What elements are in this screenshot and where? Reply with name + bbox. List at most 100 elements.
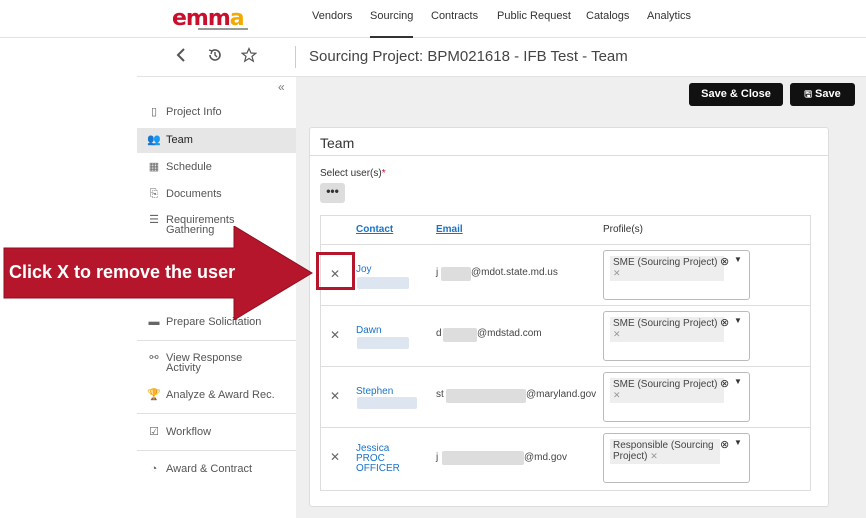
panel-title: Team [320,135,355,151]
nav-sourcing[interactable]: Sourcing [370,10,414,38]
contact-link[interactable]: Jessica PROC OFFICER [356,444,404,474]
nav-public-request[interactable]: Public Request [497,10,571,22]
sidebar-item-award-contract[interactable]: ◔ Award & Contract [137,463,296,475]
sidebar-item-documents[interactable]: ⎘ Documents [137,188,296,200]
profile-tag-label: SME (Sourcing Project) [613,257,718,268]
profile-tag-label: SME (Sourcing Project) [613,318,718,329]
email-domain: @mdot.state.md.us [471,267,558,278]
remove-user-button[interactable]: ✕ [330,328,340,342]
save-button[interactable]: 🖫 Save [790,83,855,106]
column-header-contact[interactable]: Contact [356,224,393,235]
nav-vendors[interactable]: Vendors [312,10,352,22]
title-bar: Sourcing Project: BPM021618 - IFB Test -… [137,38,866,77]
back-icon[interactable] [175,47,189,68]
separator [295,46,296,68]
chevron-down-icon[interactable]: ▼ [734,377,742,386]
nav-analytics[interactable]: Analytics [647,10,691,22]
nav-contracts[interactable]: Contracts [431,10,478,22]
redacted-email [443,328,477,342]
save-icon: 🖫 [804,89,812,99]
table-row: ✕ Jessica PROC OFFICER j @md.gov Respons… [321,427,810,490]
checkbox-icon: ☑ [149,426,159,438]
email-prefix: j [436,452,439,463]
sidebar-item-view-response[interactable]: ⚯ View Response Activity [137,352,247,374]
sidebar-item-label: Project Info [166,106,222,118]
sidebar-item-project-info[interactable]: ▯ Project Info [137,106,296,118]
remove-tag-icon[interactable]: ✕ [613,390,621,400]
remove-user-button[interactable]: ✕ [330,450,340,464]
list-icon: ☰ [149,214,159,226]
divider [137,450,296,451]
divider [137,413,296,414]
top-navigation: emma Vendors Sourcing Contracts Public R… [0,0,866,38]
chevron-down-icon[interactable]: ▼ [734,255,742,264]
sidebar-item-label: Documents [166,188,222,200]
main-content: Save & Close 🖫 Save Team Select user(s)*… [296,77,866,518]
email-domain: @md.gov [524,452,567,463]
sidebar-item-schedule[interactable]: ▦ Schedule [137,161,296,173]
remove-tag-icon[interactable]: ✕ [650,451,658,461]
logo-tagline [198,28,248,30]
profile-tag: Responsible (Sourcing Project) ✕ [610,439,720,464]
nav-catalogs[interactable]: Catalogs [586,10,629,22]
save-label: Save [815,88,841,100]
files-icon: ⎘ [149,188,159,200]
history-icon[interactable] [207,47,223,68]
document-icon: ▯ [150,106,158,118]
clear-selection-icon[interactable]: ⊗ [720,316,729,329]
callout-text: Click X to remove the user [9,262,236,282]
profile-tag: SME (Sourcing Project) ✕ [610,378,724,403]
remove-highlight-box [316,252,355,290]
profile-select[interactable]: SME (Sourcing Project) ✕ ⊗ ▼ [603,311,750,361]
profile-tag: SME (Sourcing Project) ✕ [610,256,724,281]
clear-selection-icon[interactable]: ⊗ [720,255,729,268]
redacted-name [357,337,409,349]
profile-select[interactable]: SME (Sourcing Project) ✕ ⊗ ▼ [603,372,750,422]
table-row: ✕ Dawn d @mdstad.com SME (Sourcing Proje… [321,305,810,366]
select-users-text: Select user(s) [320,168,382,179]
remove-tag-icon[interactable]: ✕ [613,329,621,339]
users-icon: 👥 [147,134,161,146]
redacted-email [442,451,524,465]
sidebar-item-analyze-award[interactable]: 🏆 Analyze & Award Rec. [137,389,296,401]
select-users-button[interactable]: ••• [320,183,345,203]
email-prefix: j [436,267,439,278]
profile-tag: SME (Sourcing Project) ✕ [610,317,724,342]
chevron-down-icon[interactable]: ▼ [734,438,742,447]
sidebar-item-label: View Response Activity [166,352,243,374]
clear-selection-icon[interactable]: ⊗ [720,438,729,451]
profile-tag-label: SME (Sourcing Project) [613,379,718,390]
contact-link[interactable]: Joy [356,265,372,275]
save-close-button[interactable]: Save & Close [689,83,783,106]
clear-selection-icon[interactable]: ⊗ [720,377,729,390]
redacted-name [357,277,409,289]
redacted-email [441,267,471,281]
team-panel: Team Select user(s)* ••• Contact Email P… [309,127,829,507]
remove-tag-icon[interactable]: ✕ [613,268,621,278]
sidebar-item-workflow[interactable]: ☑ Workflow [137,426,296,438]
redacted-name [357,397,417,409]
required-mark: * [381,168,386,179]
chevron-down-icon[interactable]: ▼ [734,316,742,325]
column-header-profiles: Profile(s) [603,224,644,235]
trophy-icon: 🏆 [147,389,161,401]
email-domain: @mdstad.com [477,328,542,339]
calendar-icon: ▦ [148,161,160,173]
contact-link[interactable]: Dawn [356,326,382,336]
divider [137,340,296,341]
star-icon[interactable] [240,47,258,68]
email-prefix: d [436,328,442,339]
remove-user-button[interactable]: ✕ [330,389,340,403]
profile-select[interactable]: Responsible (Sourcing Project) ✕ ⊗ ▼ [603,433,750,483]
sidebar-item-label: Analyze & Award Rec. [166,389,275,401]
collapse-sidebar-icon[interactable]: « [278,80,285,94]
sidebar-item-team[interactable]: 👥 Team [137,128,296,153]
profile-select[interactable]: SME (Sourcing Project) ✕ ⊗ ▼ [603,250,750,300]
gauge-icon: ◔ [150,463,158,475]
contact-link[interactable]: Stephen [356,387,393,397]
redacted-email [446,389,526,403]
team-table: Contact Email Profile(s) ✕ Joy j @mdot.s… [320,215,811,491]
table-row: ✕ Stephen st @maryland.gov SME (Sourcing… [321,366,810,427]
page-title: Sourcing Project: BPM021618 - IFB Test -… [309,48,628,65]
column-header-email[interactable]: Email [436,224,463,235]
